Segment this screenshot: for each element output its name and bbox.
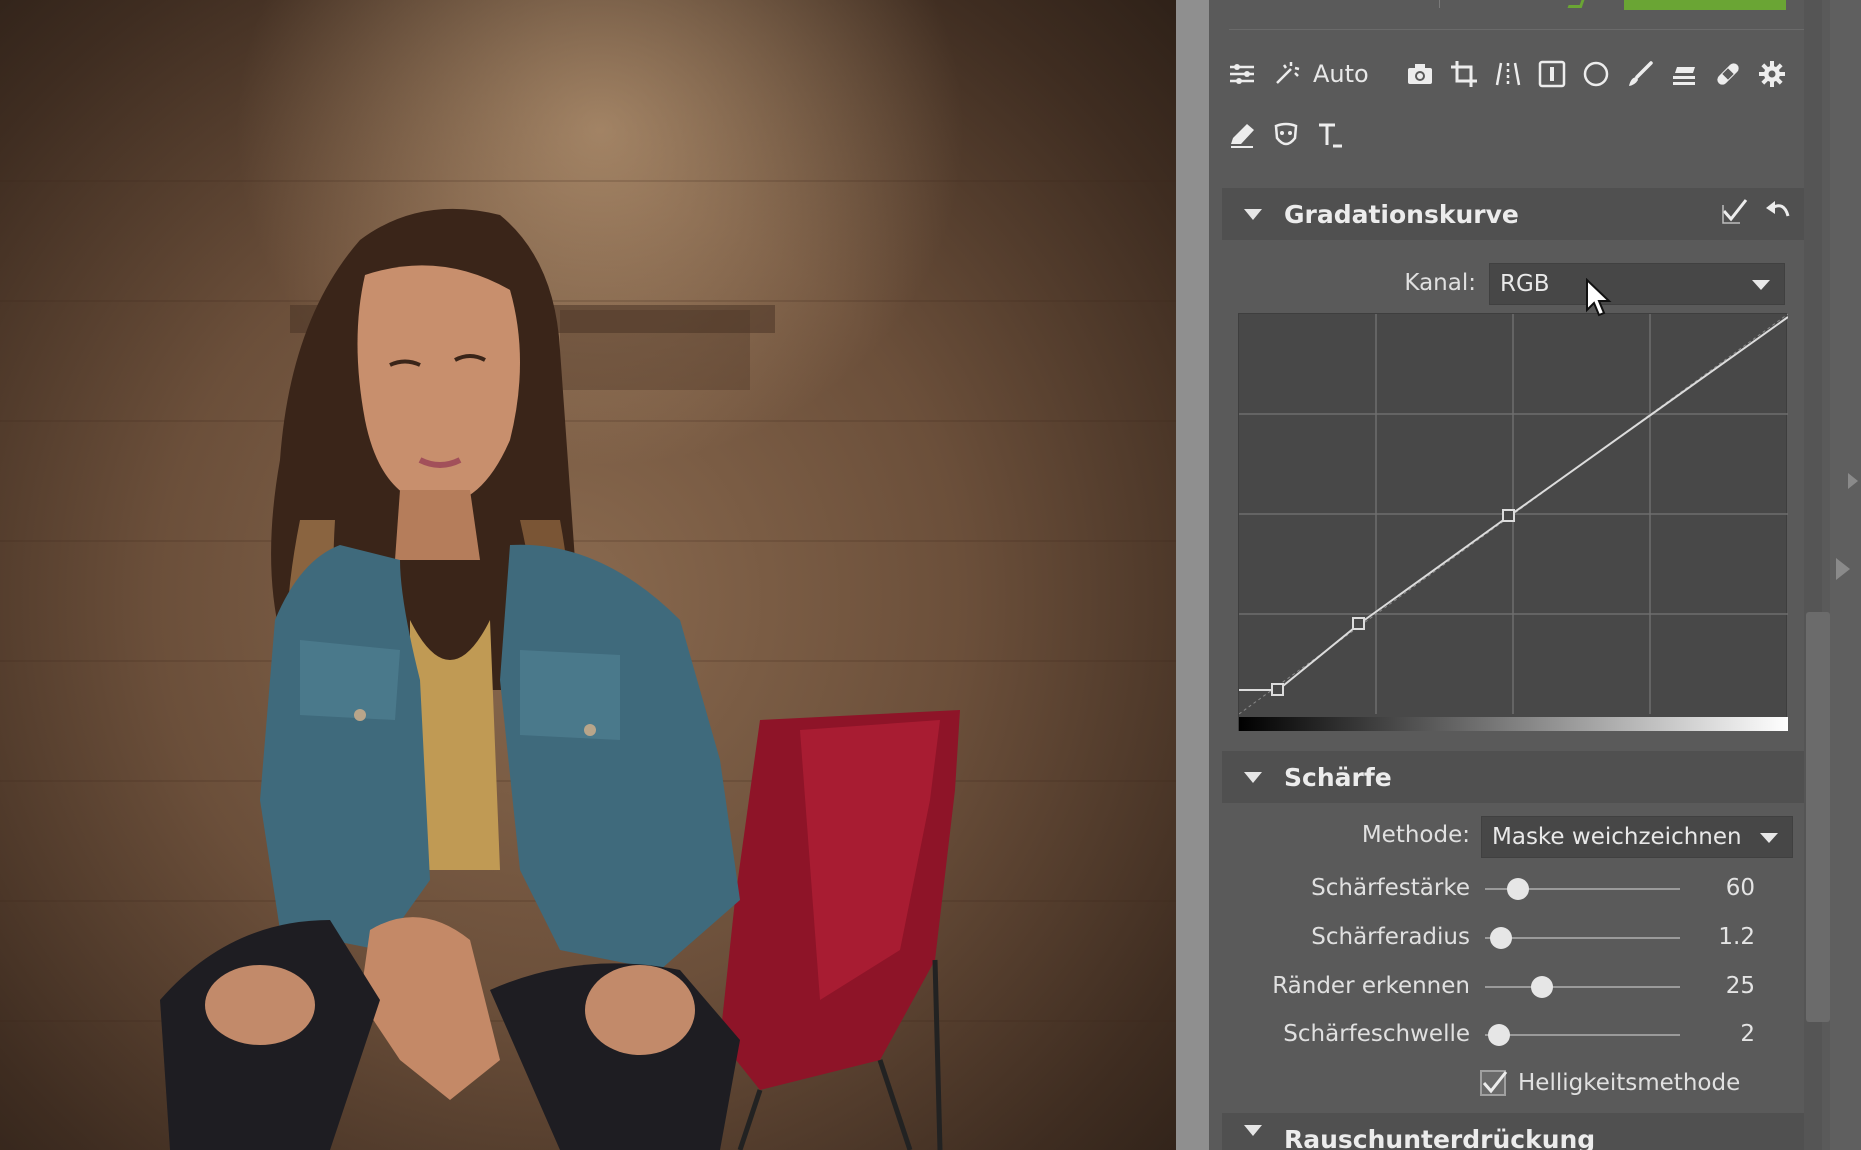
perspective-icon[interactable] bbox=[1490, 56, 1526, 92]
collapse-triangle-icon[interactable] bbox=[1244, 771, 1262, 783]
curve-reset-undo-icon[interactable] bbox=[1764, 196, 1794, 226]
photo-subject bbox=[160, 208, 960, 1150]
panel-gutter bbox=[1176, 0, 1209, 1150]
slider-value[interactable]: 25 bbox=[1685, 973, 1755, 999]
method-dropdown-value: Maske weichzeichnen bbox=[1492, 824, 1742, 850]
sliders-icon[interactable] bbox=[1224, 56, 1260, 92]
collapse-triangle-icon[interactable] bbox=[1244, 1125, 1262, 1136]
channel-dropdown[interactable]: RGB bbox=[1489, 263, 1785, 305]
eraser-icon[interactable] bbox=[1224, 117, 1260, 153]
exposure-icon[interactable] bbox=[1534, 56, 1570, 92]
collapse-triangle-icon[interactable] bbox=[1244, 208, 1262, 220]
noise-section-header[interactable]: Rauschunterdrückung bbox=[1222, 1113, 1804, 1150]
top-toolbar-strip bbox=[1229, 0, 1811, 30]
curve-section-header[interactable]: Gradationskurve bbox=[1222, 188, 1804, 240]
sharpen-section-header[interactable]: Schärfe bbox=[1222, 751, 1804, 803]
check-green-icon[interactable] bbox=[1567, 0, 1585, 8]
luminance-method-checkbox[interactable] bbox=[1480, 1070, 1508, 1096]
channel-dropdown-value: RGB bbox=[1500, 271, 1550, 297]
luminance-method-label[interactable]: Helligkeitsmethode bbox=[1518, 1070, 1740, 1096]
method-label: Methode: bbox=[1361, 822, 1470, 848]
curve-point[interactable] bbox=[1271, 683, 1284, 696]
slider-label: Ränder erkennen bbox=[1272, 973, 1470, 999]
chevron-down-icon bbox=[1752, 280, 1770, 290]
slider-label: Schärferadius bbox=[1311, 924, 1470, 950]
brush-icon[interactable] bbox=[1622, 56, 1658, 92]
crop-icon[interactable] bbox=[1446, 56, 1482, 92]
text-icon[interactable] bbox=[1312, 117, 1348, 153]
slider-knob[interactable] bbox=[1507, 878, 1530, 900]
slider-value[interactable]: 2 bbox=[1685, 1021, 1755, 1047]
channel-label: Kanal: bbox=[1404, 270, 1476, 296]
slider-knob[interactable] bbox=[1487, 1024, 1510, 1046]
camera-icon[interactable] bbox=[1402, 56, 1438, 92]
luminance-gradient-bar bbox=[1239, 717, 1788, 731]
curve-point[interactable] bbox=[1352, 617, 1365, 630]
toolbar-separator bbox=[1439, 0, 1440, 8]
panel-scrollbar-thumb[interactable] bbox=[1806, 612, 1830, 1022]
method-dropdown[interactable]: Maske weichzeichnen bbox=[1481, 816, 1793, 858]
mask-icon[interactable] bbox=[1268, 117, 1304, 153]
curve-point[interactable] bbox=[1502, 509, 1515, 522]
slider-track[interactable] bbox=[1485, 937, 1680, 939]
magic-wand-icon[interactable] bbox=[1268, 56, 1304, 92]
auto-button[interactable]: Auto bbox=[1313, 60, 1369, 88]
slider-track[interactable] bbox=[1485, 986, 1680, 988]
chevron-down-icon bbox=[1760, 833, 1778, 843]
noise-section-title: Rauschunterdrückung bbox=[1284, 1125, 1596, 1150]
export-button[interactable] bbox=[1624, 0, 1786, 10]
collapse-panel-arrow-icon[interactable] bbox=[1836, 558, 1850, 580]
gear-icon[interactable] bbox=[1754, 56, 1790, 92]
circle-icon[interactable] bbox=[1578, 56, 1614, 92]
slider-label: Schärfestärke bbox=[1311, 875, 1470, 901]
slider-label: Schärfeschwelle bbox=[1283, 1021, 1470, 1047]
photo-canvas[interactable] bbox=[0, 0, 1176, 1150]
slider-knob[interactable] bbox=[1530, 976, 1553, 998]
gradient-icon[interactable] bbox=[1666, 56, 1702, 92]
slider-track[interactable] bbox=[1485, 1034, 1680, 1036]
slider-value[interactable]: 60 bbox=[1685, 875, 1755, 901]
curve-enable-check-icon[interactable] bbox=[1720, 196, 1750, 226]
tone-curve-editor[interactable] bbox=[1238, 313, 1788, 731]
slider-value[interactable]: 1.2 bbox=[1685, 924, 1755, 950]
curve-section-title: Gradationskurve bbox=[1284, 199, 1519, 229]
bandage-icon[interactable] bbox=[1710, 56, 1746, 92]
mouse-cursor-icon bbox=[1585, 277, 1615, 322]
slider-knob[interactable] bbox=[1489, 927, 1512, 949]
sharpen-section-title: Schärfe bbox=[1284, 762, 1392, 792]
expand-arrow-icon[interactable] bbox=[1848, 473, 1858, 489]
